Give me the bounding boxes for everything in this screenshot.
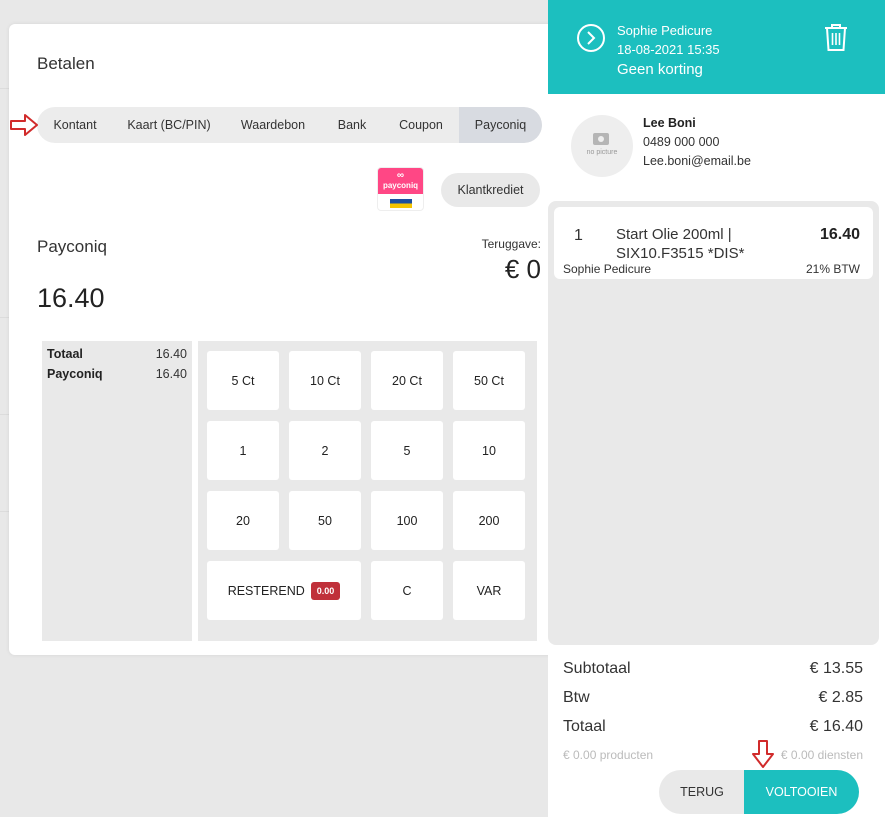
customer-phone: 0489 000 000	[643, 135, 720, 149]
key-50[interactable]: 50	[289, 491, 361, 550]
annotation-arrow-down-icon	[752, 740, 774, 768]
key-20[interactable]: 20	[207, 491, 279, 550]
total-value: € 16.40	[809, 718, 863, 735]
avatar: no picture	[571, 115, 633, 177]
cart-panel: Sophie Pedicure 18-08-2021 15:35 Geen ko…	[548, 0, 885, 817]
item-name: Start Olie 200ml | SIX10.F3515 *DIS*	[616, 226, 745, 262]
trash-icon[interactable]	[823, 22, 849, 52]
payconiq-logo[interactable]: ∞ payconiq	[377, 167, 424, 211]
summary-value: 16.40	[155, 347, 187, 361]
key-resterend[interactable]: RESTEREND 0.00	[207, 561, 361, 620]
modal-title: Betalen	[37, 54, 95, 73]
services-total: € 0.00 diensten	[780, 748, 863, 762]
item-price: 16.40	[819, 226, 860, 243]
tab-waardebon[interactable]: Waardebon	[225, 107, 321, 143]
payment-modal: Betalen Kontant Kaart (BC/PIN) Waardebon…	[9, 24, 569, 655]
tab-bank[interactable]: Bank	[321, 107, 383, 143]
customer-email: Lee.boni@email.be	[643, 154, 751, 168]
key-5ct[interactable]: 5 Ct	[207, 351, 279, 410]
summary-value: 16.40	[155, 367, 187, 381]
bancontact-icon	[389, 198, 412, 208]
key-clear[interactable]: C	[371, 561, 443, 620]
amount-keypad: 5 Ct 10 Ct 20 Ct 50 Ct 1 2 5 10 20 50 10…	[198, 341, 537, 641]
payment-method-label: Payconiq	[37, 237, 107, 256]
klantkrediet-button[interactable]: Klantkrediet	[441, 173, 540, 207]
payment-summary: Totaal 16.40 Payconiq 16.40	[42, 341, 192, 641]
tab-kaart[interactable]: Kaart (BC/PIN)	[113, 107, 225, 143]
key-2[interactable]: 2	[289, 421, 361, 480]
sale-datetime: 18-08-2021 15:35	[617, 42, 720, 57]
summary-label: Payconiq	[47, 367, 103, 381]
key-5[interactable]: 5	[371, 421, 443, 480]
change-value: € 0	[504, 254, 541, 284]
camera-icon	[593, 133, 609, 145]
tab-kontant[interactable]: Kontant	[37, 107, 113, 143]
key-10[interactable]: 10	[453, 421, 525, 480]
cart-item[interactable]: 1 Start Olie 200ml | SIX10.F3515 *DIS* 1…	[554, 207, 873, 279]
customer-card[interactable]: no picture Lee Boni 0489 000 000 Lee.bon…	[548, 94, 885, 204]
payment-amount-input[interactable]: 16.40	[37, 283, 105, 314]
item-quantity: 1	[574, 227, 583, 244]
cart-items-area: 1 Start Olie 200ml | SIX10.F3515 *DIS* 1…	[548, 201, 879, 645]
resterend-badge: 0.00	[310, 581, 341, 600]
summary-label: Totaal	[47, 347, 83, 361]
key-var[interactable]: VAR	[453, 561, 525, 620]
key-100[interactable]: 100	[371, 491, 443, 550]
tab-coupon[interactable]: Coupon	[383, 107, 459, 143]
complete-button[interactable]: VOLTOOIEN	[744, 770, 859, 814]
key-1[interactable]: 1	[207, 421, 279, 480]
no-picture-label: no picture	[586, 149, 618, 156]
back-button[interactable]: TERUG	[659, 770, 745, 814]
change-label: Teruggave:	[481, 237, 541, 251]
key-10ct[interactable]: 10 Ct	[289, 351, 361, 410]
products-total: € 0.00 producten	[563, 748, 654, 762]
tab-payconiq[interactable]: Payconiq	[459, 107, 542, 143]
subtotal-label: Subtotaal	[563, 660, 631, 677]
annotation-arrow-right-icon	[10, 114, 38, 136]
item-employee: Sophie Pedicure	[563, 262, 652, 276]
customer-name: Lee Boni	[643, 116, 696, 130]
resterend-label: RESTEREND	[227, 583, 305, 598]
key-20ct[interactable]: 20 Ct	[371, 351, 443, 410]
payment-method-tabs: Kontant Kaart (BC/PIN) Waardebon Bank Co…	[37, 107, 542, 143]
subtotal-value: € 13.55	[809, 660, 863, 677]
key-200[interactable]: 200	[453, 491, 525, 550]
total-label: Totaal	[563, 718, 606, 735]
cart-header: Sophie Pedicure 18-08-2021 15:35 Geen ko…	[548, 0, 885, 94]
btw-label: Btw	[563, 689, 590, 706]
chevron-right-icon[interactable]	[577, 24, 605, 52]
item-vat: 21% BTW	[805, 262, 860, 276]
discount-label[interactable]: Geen korting	[617, 61, 703, 78]
link-icon: ∞	[396, 170, 405, 181]
employee-name[interactable]: Sophie Pedicure	[617, 23, 712, 38]
btw-value: € 2.85	[818, 689, 863, 706]
key-50ct[interactable]: 50 Ct	[453, 351, 525, 410]
logo-text: payconiq	[382, 181, 419, 190]
